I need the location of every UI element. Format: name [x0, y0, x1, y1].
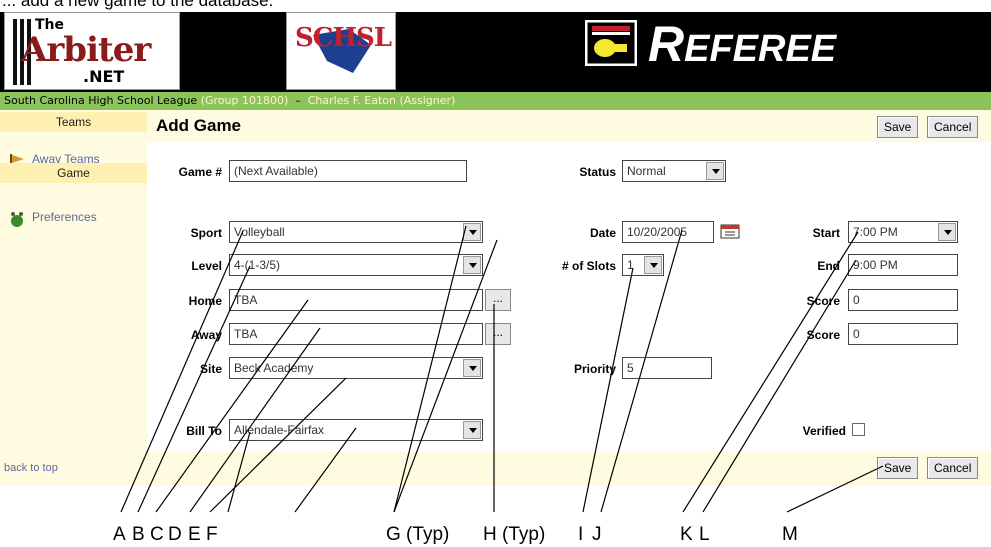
arbiter-logo[interactable]: The Arbiter .NET: [4, 12, 180, 90]
callout-l: L: [699, 524, 710, 545]
status-label: Status: [579, 165, 616, 179]
away-lookup-button[interactable]: ...: [485, 323, 511, 345]
league-separator: –: [295, 94, 301, 107]
status-value: Normal: [627, 164, 666, 178]
bill-to-select[interactable]: Allendale-Fairfax: [229, 419, 483, 441]
end-time-field[interactable]: 9:00 PM: [848, 254, 958, 276]
callout-m: M: [782, 524, 798, 545]
chevron-down-icon: [938, 223, 956, 241]
caption: ... add a new game to the database.: [2, 0, 274, 10]
verified-checkbox[interactable]: [852, 423, 865, 436]
schsl-logo: SCHSL: [286, 12, 396, 90]
home-score-field[interactable]: 0: [848, 289, 958, 311]
arbiter-wordmark: Arbiter: [21, 30, 151, 70]
home-score-label: Score: [806, 294, 840, 308]
home-label: Home: [188, 294, 222, 308]
callout-d: D: [168, 524, 182, 545]
verified-label: Verified: [802, 424, 846, 438]
referee-wordmark: REFEREE: [648, 16, 837, 72]
bottom-bar: [147, 452, 991, 486]
level-label: Level: [191, 259, 222, 273]
start-label: Start: [812, 226, 840, 240]
sidebar-item-preferences[interactable]: Preferences: [8, 210, 97, 228]
sidebar: Teams Away Teams Game Preferences: [0, 110, 147, 486]
chevron-down-icon: [644, 256, 662, 274]
slots-label: # of Slots: [561, 259, 616, 273]
game-number-label: Game #: [178, 165, 222, 179]
title-bar: Add Game: [147, 110, 991, 142]
away-team-field[interactable]: TBA: [229, 323, 483, 345]
callout-e: E: [188, 524, 201, 545]
sport-value: Volleyball: [234, 225, 285, 239]
callout-c: C: [150, 524, 164, 545]
away-score-field[interactable]: 0: [848, 323, 958, 345]
game-number-field[interactable]: (Next Available): [229, 160, 467, 182]
referee-whistle-icon: [585, 20, 637, 66]
chevron-down-icon: [463, 256, 481, 274]
date-field[interactable]: 10/20/2005: [622, 221, 714, 243]
sidebar-item-label: Preferences: [32, 210, 97, 224]
header-banner: The Arbiter .NET SCHSL REFEREE: [0, 12, 991, 92]
callout-j: J: [592, 524, 602, 545]
site-value: Beck Academy: [234, 361, 314, 375]
sidebar-heading-teams: Teams: [0, 112, 147, 132]
status-select[interactable]: Normal: [622, 160, 726, 182]
site-label: Site: [199, 362, 222, 376]
callout-a: A: [113, 524, 126, 545]
schsl-wordmark: SCHSL: [295, 23, 392, 53]
home-team-field[interactable]: TBA: [229, 289, 483, 311]
end-label: End: [817, 259, 840, 273]
callout-f: F: [206, 524, 218, 545]
league-breadcrumb: South Carolina High School League (Group…: [0, 92, 991, 110]
priority-field[interactable]: 5: [622, 357, 712, 379]
level-select[interactable]: 4-(1-3/5): [229, 254, 483, 276]
start-time-select[interactable]: 7:00 PM: [848, 221, 958, 243]
sport-label: Sport: [190, 226, 222, 240]
callout-h: H (Typ): [483, 524, 546, 545]
cancel-button-top[interactable]: Cancel: [927, 116, 979, 138]
site-select[interactable]: Beck Academy: [229, 357, 483, 379]
save-button-bottom[interactable]: Save: [877, 457, 919, 479]
arbiter-net: .NET: [83, 67, 125, 86]
chevron-down-icon: [706, 162, 724, 180]
sport-select[interactable]: Volleyball: [229, 221, 483, 243]
callout-k: K: [680, 524, 693, 545]
league-group: (Group 101800): [200, 94, 289, 107]
chevron-down-icon: [463, 359, 481, 377]
callout-b: B: [132, 524, 145, 545]
league-name: South Carolina High School League: [4, 94, 198, 107]
callout-g: G (Typ): [386, 524, 450, 545]
save-button-top[interactable]: Save: [877, 116, 919, 138]
bill-to-value: Allendale-Fairfax: [234, 423, 325, 437]
level-value: 4-(1-3/5): [234, 258, 281, 272]
chevron-down-icon: [463, 421, 481, 439]
date-label: Date: [589, 226, 616, 240]
away-score-label: Score: [806, 328, 840, 342]
slots-select[interactable]: 1: [622, 254, 664, 276]
callout-i: I: [578, 524, 584, 545]
slots-value: 1: [627, 258, 634, 272]
start-time-value: 7:00 PM: [853, 225, 898, 239]
assigner-name: Charles F. Eaton (Assigner): [307, 94, 456, 107]
bill-to-label: Bill To: [186, 424, 222, 438]
preferences-icon: [11, 212, 23, 227]
page-title: Add Game: [156, 116, 242, 135]
schsl-subtext: [293, 71, 391, 77]
home-lookup-button[interactable]: ...: [485, 289, 511, 311]
calendar-icon[interactable]: [720, 223, 740, 239]
cancel-button-bottom[interactable]: Cancel: [927, 457, 979, 479]
away-label: Away: [190, 328, 222, 342]
chevron-down-icon: [463, 223, 481, 241]
sidebar-heading-game: Game: [0, 163, 147, 183]
back-to-top-link[interactable]: back to top: [4, 462, 58, 474]
priority-label: Priority: [573, 362, 616, 376]
